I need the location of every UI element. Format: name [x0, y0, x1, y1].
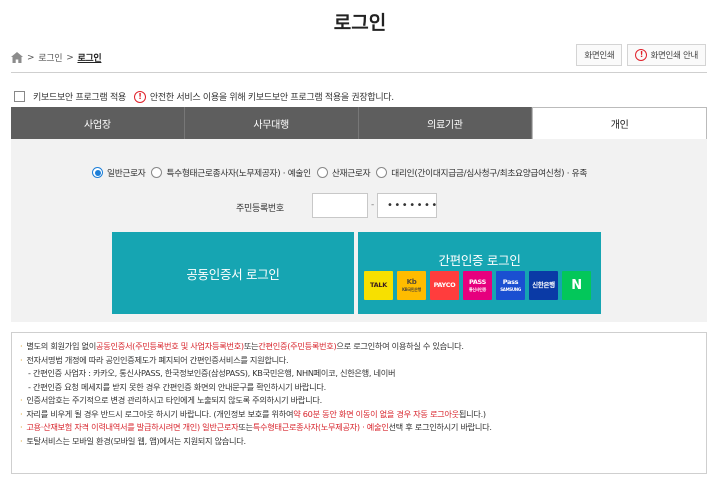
notice-item: · 별도의 회원가입 없이 공동인증서(주민등록번호 및 사업자등록번호) 또는…: [20, 341, 464, 351]
warning-icon: !: [635, 49, 648, 61]
provider-sub: KB국민은행: [401, 287, 422, 292]
print-button-label: 화면인쇄: [584, 51, 615, 61]
divider: [11, 72, 707, 73]
notice-subitem: - 간편인증 사업자 : 카카오, 통신사PASS, 한국정보인증(삼성PASS…: [28, 368, 396, 378]
keyboard-security-checkbox[interactable]: [14, 91, 25, 102]
breadcrumb-current: 로그인: [77, 54, 102, 64]
keyboard-security-label: 키보드보안 프로그램 적용: [33, 93, 126, 103]
tab-agency[interactable]: 사무대행: [184, 107, 359, 139]
radio-general-worker[interactable]: 일반근로자: [92, 166, 146, 179]
rrn-back-input[interactable]: •••••••: [377, 193, 437, 218]
provider-name: TALK: [370, 281, 387, 290]
radio-label: 산재근로자: [331, 169, 371, 179]
radio-button[interactable]: [92, 167, 103, 178]
keyboard-security-row: 키보드보안 프로그램 적용 ! 안전한 서비스 이용을 위해 키보드보안 프로그…: [14, 90, 394, 103]
breadcrumb-sep: >: [66, 52, 74, 63]
print-guide-label: 화면인쇄 안내: [650, 51, 698, 61]
radio-label: 대리인(간이대지급금/심사청구/최초요양급여신청) · 유족: [391, 169, 588, 179]
provider-name: N: [571, 278, 582, 293]
breadcrumb-item-login[interactable]: 로그인: [38, 51, 62, 64]
breadcrumb: > 로그인 > 로그인: [11, 51, 102, 64]
tab-medical[interactable]: 의료기관: [358, 107, 533, 139]
provider-sub: SAMSUNG: [500, 286, 521, 292]
rrn-dash: -: [371, 200, 374, 210]
notice-item: · 토탈서비스는 모바일 환경(모바일 웹, 앱)에서는 지원되지 않습니다.: [20, 435, 246, 446]
radio-agent[interactable]: 대리인(간이대지급금/심사청구/최초요양급여신청) · 유족: [376, 166, 587, 179]
simple-auth-login-box: 간편인증 로그인 TALK Kb KB국민은행 PAYCO PASS 통신사인증 Pass S…: [358, 232, 601, 314]
notice-item: · 전자서명법 개정에 따라 공인인증제도가 폐지되어 간편인증서비스를 지원합니…: [20, 354, 289, 365]
home-icon[interactable]: [11, 52, 23, 63]
keyboard-security-notice: 안전한 서비스 이용을 위해 키보드보안 프로그램 적용을 권장합니다.: [149, 93, 394, 103]
provider-logo-3[interactable]: PASS 통신사인증: [463, 271, 492, 300]
joint-certificate-login-button[interactable]: 공동인증서 로그인: [112, 232, 354, 314]
rrn-label: 주민등록번호: [236, 204, 284, 214]
print-button[interactable]: 화면인쇄: [576, 44, 623, 66]
warning-icon: !: [133, 90, 146, 103]
page-title: 로그인: [333, 12, 387, 34]
radio-button[interactable]: [376, 167, 388, 178]
radio-button[interactable]: [316, 167, 328, 178]
provider-name: Pass: [502, 278, 519, 287]
provider-logo-6[interactable]: N: [562, 271, 591, 300]
provider-name: PAYCO: [433, 281, 456, 290]
provider-logo-2[interactable]: PAYCO: [430, 271, 459, 300]
simple-auth-title: 간편인증 로그인: [438, 253, 521, 268]
user-type-radio-group: 일반근로자 특수형태근로종사자(노무제공자) · 예술인 산재근로자 대리인(간…: [92, 166, 593, 179]
radio-special-worker[interactable]: 특수형태근로종사자(노무제공자) · 예술인: [151, 166, 311, 179]
notice-item: · 고용·산재보험 자격 이력내역서를 발급하시려면 개인) 일반근로자 또는 …: [20, 422, 492, 432]
notice-subitem: - 간편인증 요청 메세지를 받지 못한 경우 간편인증 화면의 안내문구를 확…: [28, 381, 326, 392]
radio-label: 일반근로자: [107, 169, 146, 179]
notice-box: · 별도의 회원가입 없이 공동인증서(주민등록번호 및 사업자등록번호) 또는…: [11, 332, 707, 474]
provider-name: 신한은행: [532, 281, 555, 290]
login-type-tabs: 사업장 사무대행 의료기관 개인: [11, 107, 707, 139]
radio-button[interactable]: [151, 167, 163, 178]
provider-logo-1[interactable]: Kb KB국민은행: [397, 271, 426, 300]
radio-industrial-accident-worker[interactable]: 산재근로자: [316, 166, 371, 179]
provider-sub: 통신사인증: [469, 286, 486, 292]
breadcrumb-sep: >: [27, 52, 35, 63]
provider-name: Kb: [406, 278, 417, 286]
provider-logo-0[interactable]: TALK: [364, 271, 393, 300]
tab-business[interactable]: 사업장: [11, 107, 185, 139]
rrn-front-input[interactable]: [312, 193, 368, 218]
tab-personal[interactable]: 개인: [532, 107, 707, 139]
notice-item: · 인증서암호는 주기적으로 변경 관리하시고 타인에게 노출되지 않도록 주의하…: [20, 395, 322, 405]
provider-logo-5[interactable]: 신한은행: [529, 271, 558, 300]
provider-name: PASS: [468, 278, 487, 287]
provider-logo-4[interactable]: Pass SAMSUNG: [496, 271, 525, 300]
simple-auth-providers: TALK Kb KB국민은행 PAYCO PASS 통신사인증 Pass SAMSUNG 신한은…: [364, 271, 591, 300]
print-guide-button[interactable]: ! 화면인쇄 안내: [627, 44, 706, 66]
radio-label: 특수형태근로종사자(노무제공자) · 예술인: [166, 169, 311, 179]
print-buttons: 화면인쇄 ! 화면인쇄 안내: [576, 44, 706, 66]
notice-item: · 자리를 비우게 될 경우 반드시 로그아웃 하시기 바랍니다. (개인정보 …: [20, 408, 486, 419]
